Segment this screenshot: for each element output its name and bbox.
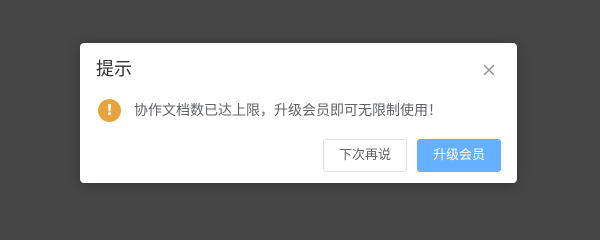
dialog-body: ! 协作文档数已达上限，升级会员即可无限制使用！ (98, 99, 501, 123)
dialog-header: 提示 (96, 57, 501, 83)
warning-icon: ! (98, 99, 121, 122)
close-icon (483, 64, 495, 76)
later-button[interactable]: 下次再说 (323, 139, 407, 172)
dialog-title: 提示 (96, 59, 132, 80)
dialog-message: 协作文档数已达上限，升级会员即可无限制使用！ (134, 103, 442, 119)
upgrade-button[interactable]: 升级会员 (417, 139, 501, 172)
close-button[interactable] (480, 61, 498, 79)
upgrade-prompt-dialog: 提示 ! 协作文档数已达上限，升级会员即可无限制使用！ 下次再说 升级会员 (80, 43, 517, 183)
dialog-footer: 下次再说 升级会员 (323, 139, 501, 173)
modal-overlay: 提示 ! 协作文档数已达上限，升级会员即可无限制使用！ 下次再说 升级会员 (0, 0, 600, 238)
